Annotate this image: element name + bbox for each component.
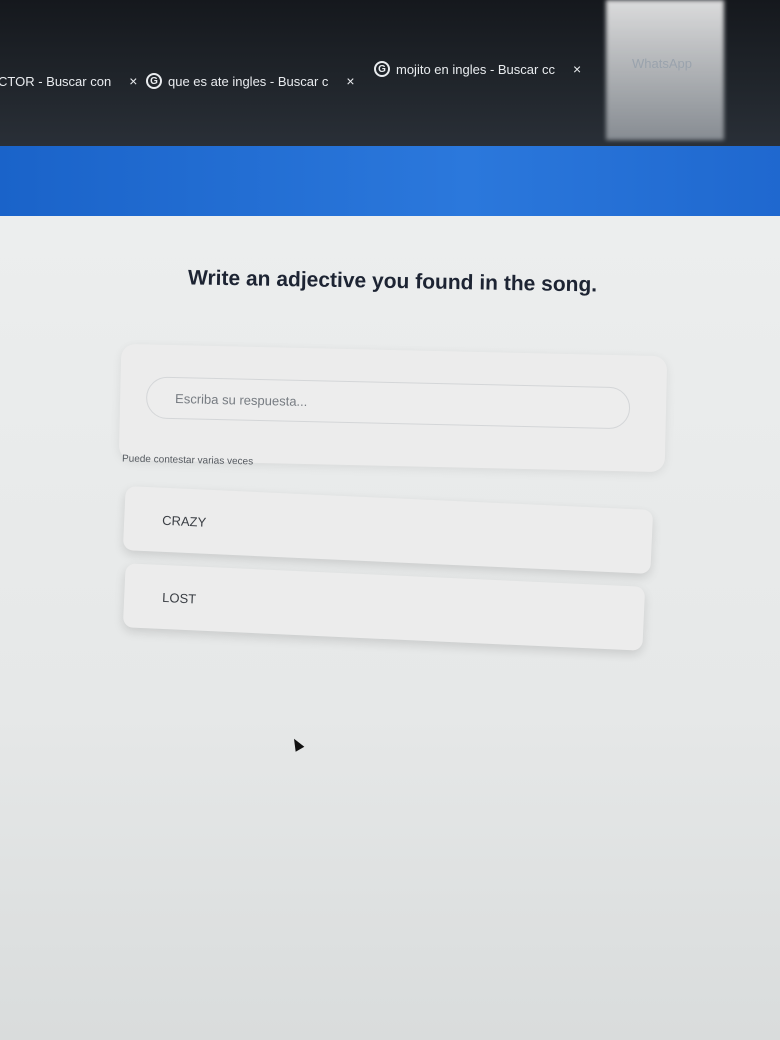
tab-3[interactable]: G mojito en ingles - Buscar cc × (374, 52, 581, 86)
tab-1[interactable]: CTOR - Buscar con × (0, 64, 137, 98)
browser-tab-bar: CTOR - Buscar con × G que es ate ingles … (0, 0, 780, 150)
tab-3-label: mojito en ingles - Buscar cc (396, 61, 555, 77)
google-icon: G (146, 73, 162, 89)
answer-card (118, 343, 668, 473)
answer-label: CRAZY (161, 512, 207, 530)
close-tab-icon[interactable]: × (346, 73, 354, 89)
answer-input[interactable] (145, 376, 631, 430)
tab-4[interactable]: WhatsApp (632, 46, 692, 80)
close-tab-icon[interactable]: × (573, 61, 581, 77)
tab-4-label: WhatsApp (632, 55, 692, 71)
tab-1-label: CTOR - Buscar con (0, 73, 112, 89)
tab-2[interactable]: G que es ate ingles - Buscar c × (146, 64, 355, 98)
header-banner (0, 146, 780, 216)
close-tab-icon[interactable]: × (129, 73, 137, 89)
answer-label: LOST (161, 589, 197, 606)
google-icon: G (374, 61, 390, 77)
tab-2-label: que es ate ingles - Buscar c (168, 73, 329, 89)
